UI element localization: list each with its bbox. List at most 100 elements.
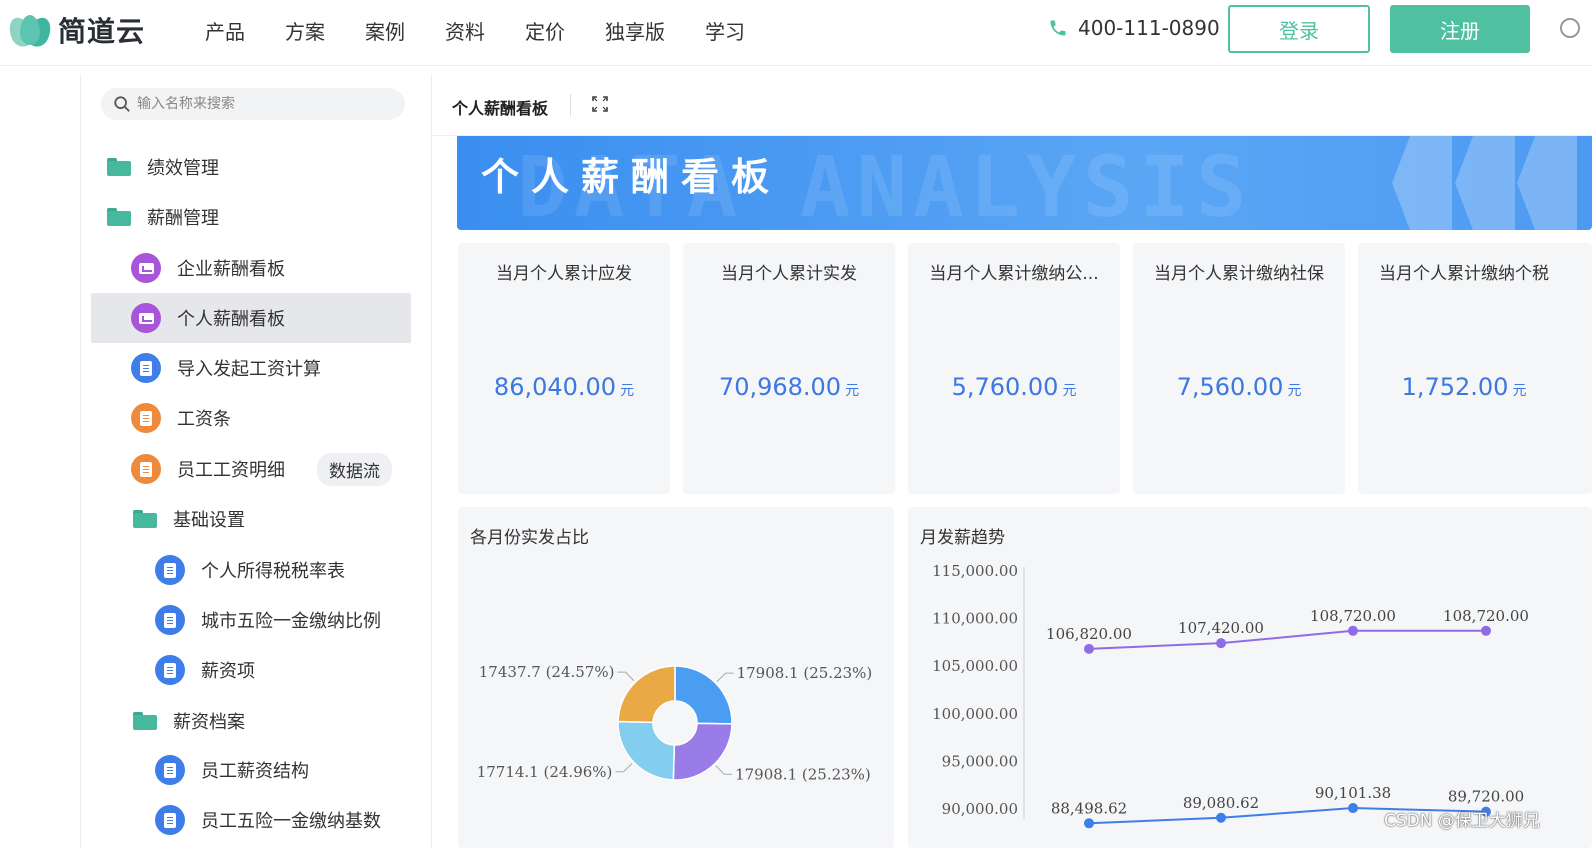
- brand-logo[interactable]: 简道云: [4, 10, 146, 51]
- kpi-label: 当月个人累计实发: [721, 264, 857, 284]
- tab-divider: [570, 94, 571, 116]
- kpi-value: 70,968.00: [718, 373, 842, 401]
- pie-label-line: [715, 765, 733, 775]
- form-icon: [155, 605, 185, 635]
- kpi-card-housing-fund[interactable]: 当月个人累计缴纳公... 5,760.00 元: [908, 243, 1120, 494]
- sidebar-item-label: 员工工资明细: [177, 460, 285, 481]
- kpi-unit: 元: [620, 383, 635, 399]
- kpi-card-gross-pay[interactable]: 当月个人累计应发 86,040.00 元: [458, 243, 670, 494]
- sidebar-item-payslip[interactable]: 工资条: [91, 393, 411, 443]
- dashboard-banner: DATA ANALYSIS 个人薪酬看板: [457, 136, 1592, 230]
- folder-icon: [133, 712, 157, 730]
- nav-item-solution[interactable]: 方案: [285, 16, 325, 45]
- search-input[interactable]: [137, 96, 387, 112]
- kpi-label: 当月个人累计缴纳公...: [929, 264, 1099, 284]
- nav-item-product[interactable]: 产品: [205, 16, 245, 45]
- pie-label-line: [615, 763, 633, 773]
- sidebar-item-performance[interactable]: 绩效管理: [91, 142, 411, 192]
- sidebar-item-label: 城市五险一金缴纳比例: [201, 611, 381, 632]
- form-icon: [131, 403, 161, 433]
- kpi-label: 当月个人累计缴纳社保: [1154, 264, 1324, 284]
- kpi-value: 5,760.00: [951, 373, 1059, 401]
- kpi-value-row: 5,760.00 元: [908, 373, 1120, 401]
- main-nav: 产品 方案 案例 资料 定价 独享版 学习: [205, 16, 785, 45]
- sidebar-item-insurance-ratio[interactable]: 城市五险一金缴纳比例: [91, 595, 411, 645]
- data-label: 108,720.00: [1310, 607, 1396, 625]
- sidebar-item-salary-archive[interactable]: 薪资档案: [91, 696, 411, 746]
- y-tick-label: 110,000.00: [932, 610, 1018, 628]
- pie-slice[interactable]: [617, 665, 676, 724]
- top-navbar: 简道云 产品 方案 案例 资料 定价 独享版 学习 400-111-0890 登…: [0, 0, 1592, 66]
- sidebar-item-basic-settings[interactable]: 基础设置: [91, 494, 411, 544]
- pie-slice-label: 17908.1 (25.23%): [735, 765, 871, 783]
- data-label: 89,080.62: [1183, 794, 1259, 812]
- kpi-card-income-tax[interactable]: 当月个人累计缴纳个税 1,752.00 元: [1358, 243, 1592, 494]
- data-label: 90,101.38: [1315, 784, 1391, 802]
- sidebar-item-salary-structure[interactable]: 员工薪资结构: [91, 745, 411, 795]
- login-button[interactable]: 登录: [1228, 5, 1370, 53]
- pie-slice-label: 17908.1 (25.23%): [737, 664, 873, 682]
- logo-icon: [4, 13, 56, 51]
- banner-title: 个人薪酬看板: [481, 155, 782, 199]
- search-box[interactable]: [101, 88, 405, 120]
- kpi-unit: 元: [1287, 383, 1302, 399]
- folder-icon: [107, 208, 131, 226]
- nav-item-learn[interactable]: 学习: [705, 16, 745, 45]
- sidebar-item-import-payroll[interactable]: 导入发起工资计算: [91, 343, 411, 393]
- phone-number: 400-111-0890: [1078, 16, 1220, 40]
- dashboard-icon: [131, 303, 161, 333]
- pie-slice[interactable]: [672, 722, 733, 781]
- contact-phone[interactable]: 400-111-0890: [1048, 16, 1220, 40]
- register-button[interactable]: 注册: [1390, 5, 1530, 53]
- sidebar-item-label: 工资条: [177, 409, 231, 430]
- folder-icon: [133, 510, 157, 528]
- nav-item-resources[interactable]: 资料: [445, 16, 485, 45]
- kpi-value: 7,560.00: [1176, 373, 1284, 401]
- nav-item-pricing[interactable]: 定价: [525, 16, 565, 45]
- data-label: 106,820.00: [1046, 625, 1132, 643]
- data-point[interactable]: [1216, 812, 1226, 823]
- line-chart-panel: 月发薪趋势 115,000.00 110,000.00 105,000.00 100,…: [908, 507, 1592, 848]
- nav-item-dedicated[interactable]: 独享版: [605, 16, 665, 45]
- pie-slice[interactable]: [617, 720, 676, 781]
- dataflow-tag[interactable]: 数据流: [317, 452, 392, 486]
- sidebar-item-company-dashboard[interactable]: 企业薪酬看板: [91, 243, 411, 293]
- sidebar-item-label: 员工五险一金缴纳基数: [201, 811, 381, 832]
- data-label: 108,720.00: [1443, 607, 1529, 625]
- kpi-value: 1,752.00: [1401, 373, 1509, 401]
- kpi-card-net-pay[interactable]: 当月个人累计实发 70,968.00 元: [683, 243, 895, 494]
- kpi-card-social-insurance[interactable]: 当月个人累计缴纳社保 7,560.00 元: [1133, 243, 1345, 494]
- more-icon[interactable]: [1560, 18, 1580, 38]
- pie-chart-panel: 各月份实发占比 17908.1 (25.23%) 17908.1 (25.23%)…: [458, 507, 894, 848]
- sidebar-item-salary-items[interactable]: 薪资项: [91, 645, 411, 695]
- phone-icon: [1050, 20, 1066, 36]
- kpi-value-row: 86,040.00 元: [458, 373, 670, 401]
- data-label: 107,420.00: [1178, 619, 1264, 637]
- sidebar-item-tax-rate[interactable]: 个人所得税税率表: [91, 545, 411, 595]
- data-point[interactable]: [1348, 803, 1358, 814]
- data-point[interactable]: [1084, 818, 1094, 829]
- sidebar-item-personal-dashboard[interactable]: 个人薪酬看板: [91, 293, 411, 343]
- sidebar-item-insurance-base[interactable]: 员工五险一金缴纳基数: [91, 795, 411, 845]
- data-point[interactable]: [1348, 625, 1358, 636]
- pie-slice-label: 17437.7 (24.57%): [479, 663, 615, 681]
- data-point[interactable]: [1481, 625, 1491, 636]
- content-tabbar: 个人薪酬看板: [432, 74, 1592, 136]
- form-icon: [155, 755, 185, 785]
- sidebar-item-salary-details[interactable]: 员工工资明细 数据流: [91, 444, 411, 494]
- nav-item-cases[interactable]: 案例: [365, 16, 405, 45]
- banner-decoration: [1455, 136, 1515, 230]
- data-point[interactable]: [1216, 638, 1226, 649]
- data-label: 88,498.62: [1051, 799, 1127, 817]
- y-tick-label: 95,000.00: [942, 752, 1018, 770]
- sidebar-item-label: 薪资档案: [173, 712, 245, 733]
- banner-decoration: [1392, 136, 1452, 230]
- data-point[interactable]: [1084, 643, 1094, 654]
- logo-text: 简道云: [58, 15, 146, 48]
- fullscreen-icon[interactable]: [592, 96, 608, 112]
- form-icon: [131, 454, 161, 484]
- sidebar: 绩效管理 薪酬管理 企业薪酬看板 个人薪酬看板 导入发起工资计算 工资条 员工工…: [80, 74, 432, 848]
- dashboard-icon: [131, 253, 161, 283]
- tab-personal-dashboard[interactable]: 个人薪酬看板: [452, 95, 548, 119]
- sidebar-item-salary[interactable]: 薪酬管理: [91, 192, 411, 242]
